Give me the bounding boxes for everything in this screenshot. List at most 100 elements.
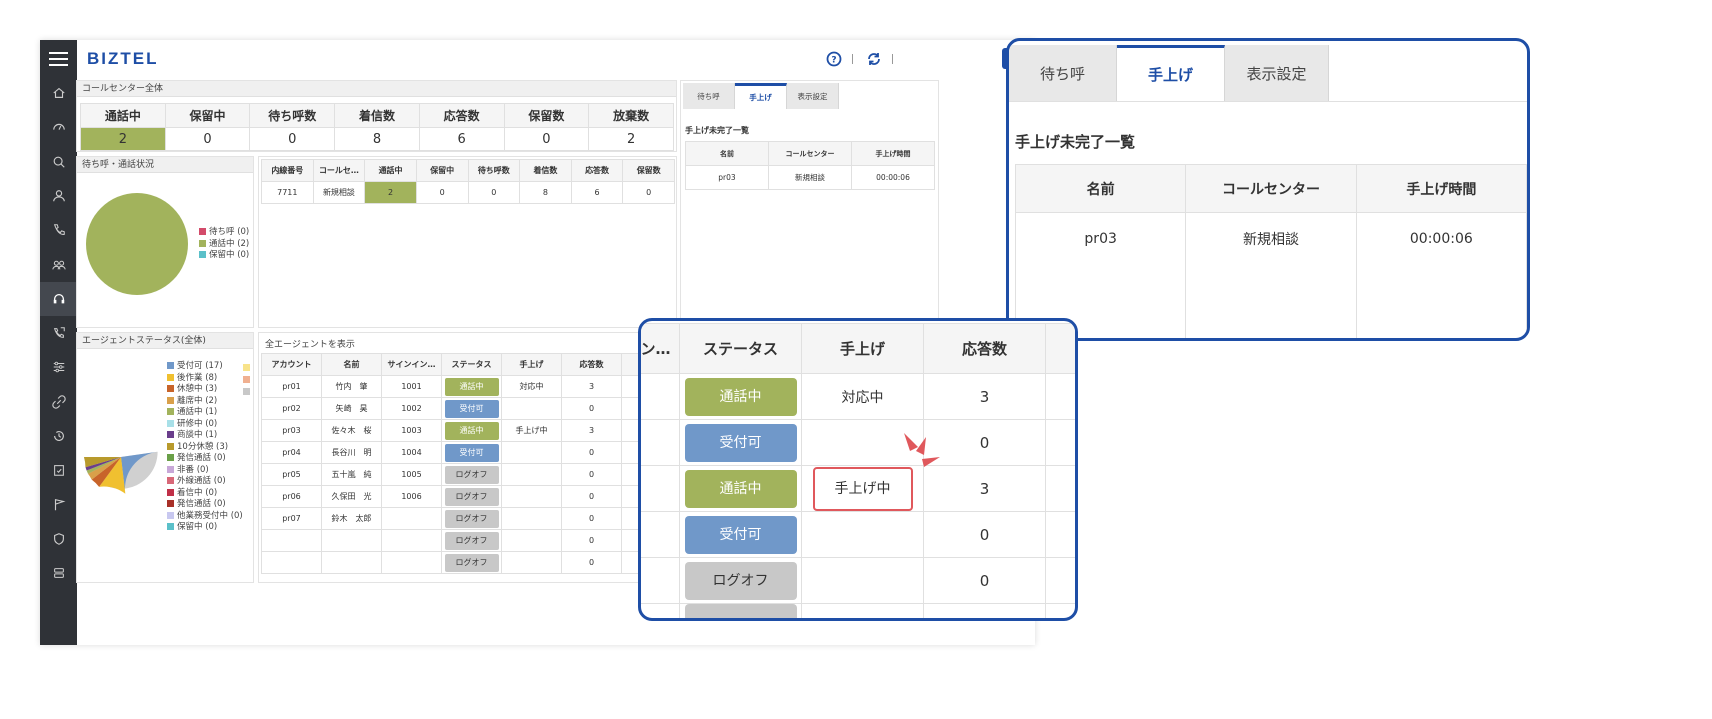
- table-row[interactable]: pr05 五十嵐 純 1005 ログオフ 0: [261, 463, 676, 486]
- empty-cell: [1045, 511, 1075, 558]
- table-row[interactable]: pr04 長谷川 明 1004 受付可 0: [261, 441, 676, 464]
- account-cell: pr04: [261, 441, 322, 464]
- attention-burst-icon: [904, 433, 940, 467]
- flag-icon[interactable]: [40, 488, 77, 522]
- raise-hand-highlight: 手上げ中: [812, 466, 913, 511]
- column-header: 応答数: [561, 353, 622, 376]
- table-row[interactable]: 受付可 0: [641, 419, 1075, 466]
- answers-cell: 0: [561, 397, 622, 420]
- table-row[interactable]: ログオフ 0: [641, 557, 1075, 604]
- table-row[interactable]: pr07 鈴木 太郎 ログオフ 0: [261, 507, 676, 530]
- table-row[interactable]: 通話中 対応中 3: [641, 373, 1075, 420]
- legend-item: 通話中 (2): [199, 239, 249, 251]
- status-badge[interactable]: 通話中: [684, 377, 797, 416]
- sliders-icon[interactable]: [40, 350, 77, 384]
- tab-waiting[interactable]: 待ち呼: [1009, 45, 1117, 101]
- summary-header: 通話中: [80, 103, 166, 128]
- summary-header: 保留数: [503, 103, 590, 128]
- table-row[interactable]: 7711 新規相談 2 0 0 8 6 0: [261, 181, 675, 204]
- account-cell: pr06: [261, 485, 322, 508]
- summary-panel: コールセンター全体 通話中 保留中 待ち呼数 着信数 応答数 保留数 放棄数 2 0 0 8 6 0 2: [76, 80, 677, 152]
- raise-hand-cell: [501, 485, 562, 508]
- status-badge[interactable]: ログオフ: [444, 487, 499, 506]
- server-icon[interactable]: [40, 556, 77, 590]
- status-badge[interactable]: ログオフ: [444, 553, 499, 572]
- table-row[interactable]: 通話中 手上げ中 3: [641, 465, 1075, 512]
- summary-value: 8: [334, 127, 420, 151]
- panel-title: コールセンター全体: [77, 81, 676, 97]
- menu-icon[interactable]: [49, 52, 68, 66]
- table-row[interactable]: pr01 竹内 肇 1001 通話中 対応中 3: [261, 375, 676, 398]
- panel-tabs: 待ち呼 手上げ 表示設定: [683, 83, 839, 109]
- status-badge[interactable]: 通話中: [444, 421, 499, 440]
- answers-cell: 0: [561, 485, 622, 508]
- user-icon[interactable]: [40, 179, 77, 213]
- zoom-agents-table: ン… ステータス 手上げ 応答数 通話中 対応中 3 受付可 0 通話中 手上げ中 3 受付可 0 ログオフ…: [641, 323, 1075, 618]
- search-icon[interactable]: [40, 145, 77, 179]
- clipboard-icon[interactable]: [40, 453, 77, 487]
- account-cell: [261, 529, 322, 552]
- legend-item: 研修中 (0): [167, 419, 243, 431]
- status-badge[interactable]: 受付可: [684, 423, 797, 462]
- legend-label: 他業務受付中 (0): [177, 510, 243, 521]
- history-icon[interactable]: [40, 419, 77, 453]
- table-row[interactable]: pr03 新規相談 00:00:06: [1014, 212, 1527, 265]
- legend-item: 10分休憩 (3): [167, 442, 243, 454]
- home-icon[interactable]: [40, 76, 77, 110]
- wait-pie-chart: [86, 193, 188, 295]
- refresh-icon[interactable]: [866, 51, 882, 67]
- gauge-icon[interactable]: [40, 110, 77, 144]
- summary-value: 2: [80, 127, 166, 151]
- tab-raise-hand[interactable]: 手上げ: [1117, 45, 1225, 101]
- table-cell: 新規相談: [1185, 212, 1357, 265]
- answers-cell: 0: [561, 441, 622, 464]
- status-badge[interactable]: ログオフ: [444, 465, 499, 484]
- answers-cell: 0: [561, 507, 622, 530]
- empty-cell: [641, 373, 680, 420]
- link-icon[interactable]: [40, 385, 77, 419]
- status-badge[interactable]: ログオフ: [444, 509, 499, 528]
- legend-swatch: [167, 419, 174, 427]
- table-cell: pr03: [685, 165, 769, 190]
- tab-raise-hand[interactable]: 手上げ: [735, 83, 787, 109]
- column-header: 内線番号: [261, 159, 314, 182]
- legend-swatch: [199, 228, 206, 235]
- account-cell: [261, 551, 322, 574]
- table-row[interactable]: pr03 佐々木 桜 1003 通話中 手上げ中 3: [261, 419, 676, 442]
- legend-item: 休憩中 (3): [167, 384, 243, 396]
- table-row[interactable]: pr02 矢崎 昊 1002 受付可 0: [261, 397, 676, 420]
- table-cell: pr03: [1014, 212, 1187, 265]
- table-row[interactable]: pr06 久保田 光 1006 ログオフ 0: [261, 485, 676, 508]
- shield-icon[interactable]: [40, 522, 77, 556]
- tab-display-settings[interactable]: 表示設定: [1225, 45, 1329, 101]
- status-badge[interactable]: ログオフ: [684, 561, 797, 600]
- legend-item: 発信通話 (0): [167, 499, 243, 511]
- legend-label: 商談中 (1): [177, 430, 218, 440]
- phone-forward-icon[interactable]: [40, 316, 77, 350]
- status-badge[interactable]: 受付可: [444, 399, 499, 418]
- table-row[interactable]: ログオフ 0: [261, 529, 676, 552]
- tab-display-settings[interactable]: 表示設定: [787, 83, 839, 109]
- column-header: サインイン…: [381, 353, 442, 376]
- column-header: コールセ…: [312, 159, 366, 182]
- phone-icon[interactable]: [40, 213, 77, 247]
- headset-icon[interactable]: [40, 281, 77, 316]
- table-row[interactable]: ログオフ 0: [261, 551, 676, 574]
- raise-hand-cell: [501, 551, 562, 574]
- legend-swatch: [167, 396, 174, 404]
- summary-value: 2: [588, 127, 674, 151]
- panel-title: エージェントステータス(全体): [77, 333, 253, 349]
- users-icon[interactable]: [40, 248, 77, 282]
- legend-label: 着信中 (0): [177, 487, 218, 498]
- table-row[interactable]: 受付可 0: [641, 511, 1075, 558]
- status-badge[interactable]: 通話中: [444, 377, 499, 396]
- agents-zoom-callout: ン… ステータス 手上げ 応答数 通話中 対応中 3 受付可 0 通話中 手上げ中 3 受付可 0 ログオフ…: [638, 318, 1078, 621]
- help-icon[interactable]: ?: [826, 51, 842, 67]
- table-row[interactable]: pr03 新規相談 00:00:06: [685, 165, 935, 190]
- tab-waiting[interactable]: 待ち呼: [683, 83, 735, 109]
- status-badge[interactable]: 通話中: [684, 469, 797, 508]
- status-badge[interactable]: 受付可: [684, 515, 797, 554]
- status-badge[interactable]: 受付可: [444, 443, 499, 462]
- status-badge[interactable]: ログオフ: [444, 531, 499, 550]
- column-header: 手上げ時間: [1355, 164, 1527, 213]
